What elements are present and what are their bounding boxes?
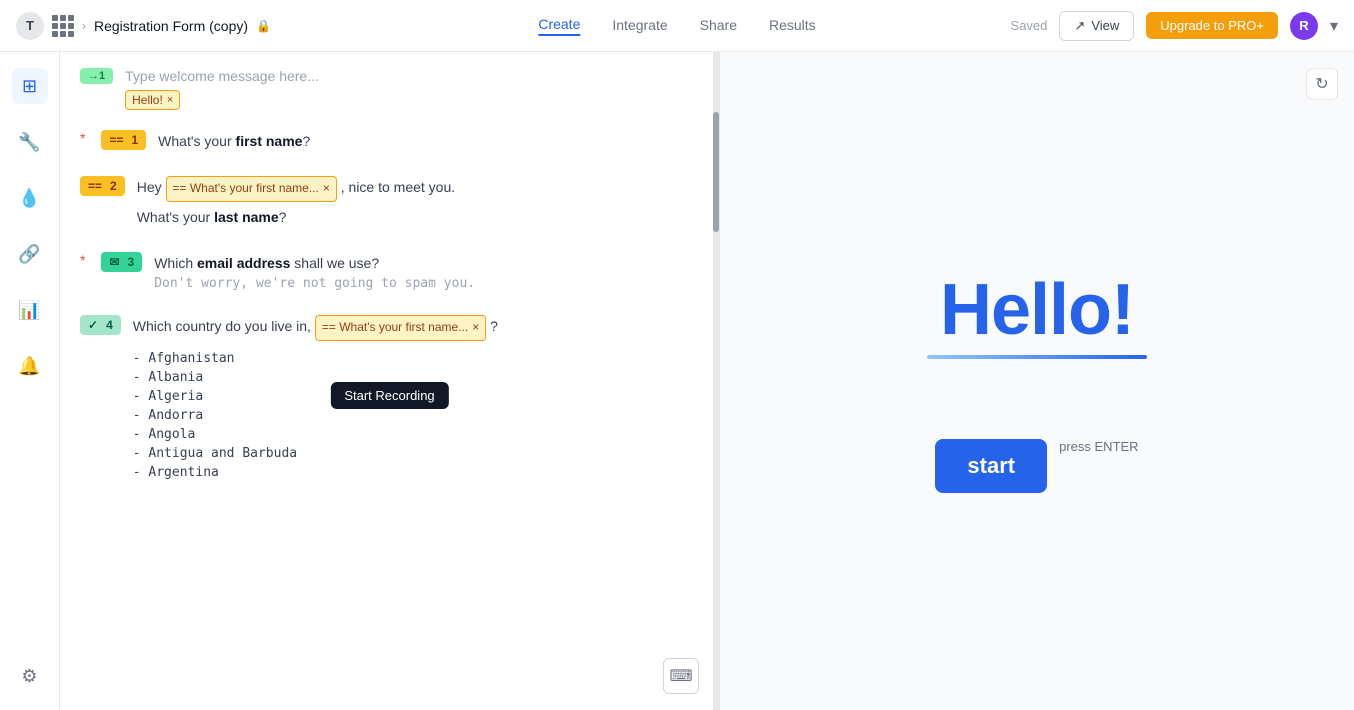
country-item: - Albania [133, 368, 498, 387]
refresh-button[interactable]: ↻ [1306, 68, 1338, 100]
q4-ref-close[interactable]: × [472, 318, 479, 337]
country-list: - Afghanistan - Albania - Algeria - Ando… [133, 349, 498, 482]
keyboard-button[interactable]: ⌨ [663, 658, 699, 694]
scroll-thumb [713, 112, 719, 232]
hello-tag: Hello! × [125, 90, 180, 110]
q2-badge: == 2 [80, 176, 125, 196]
hello-underline [927, 355, 1147, 359]
sidebar-icon-share[interactable]: 🔗 [12, 236, 48, 272]
sidebar-icon-theme[interactable]: 💧 [12, 180, 48, 216]
sidebar-icon-wrench[interactable]: 🔧 [12, 124, 48, 160]
sidebar-icon-notifications[interactable]: 🔔 [12, 348, 48, 384]
tab-create[interactable]: Create [538, 16, 580, 36]
q4-ref-tag: == What's your first name... × [315, 315, 486, 340]
hello-preview-text: Hello! [940, 269, 1134, 351]
start-button[interactable]: start [935, 439, 1047, 493]
saved-status: Saved [1011, 18, 1048, 33]
required-star-3: * [80, 252, 85, 268]
question-block-1: * == 1 What's your first name? [80, 130, 699, 152]
sidebar: ⊞ 🔧 💧 🔗 📊 🔔 ⚙ [0, 52, 60, 710]
q2-text-line1: Hey == What's your first name... × , nic… [137, 176, 455, 201]
q2-ref-tag: == What's your first name... × [166, 176, 337, 201]
question-block-3: * ✉ 3 Which email address shall we use? … [80, 252, 699, 291]
q2-text-line2: What's your last name? [137, 206, 455, 228]
tab-integrate[interactable]: Integrate [612, 17, 667, 35]
welcome-badge: →1 [80, 68, 113, 84]
top-navigation: T › Registration Form (copy) 🔒 Create In… [0, 0, 1354, 52]
upgrade-button[interactable]: Upgrade to PRO+ [1146, 12, 1278, 39]
country-item: - Afghanistan [133, 349, 498, 368]
q2-ref-close[interactable]: × [323, 179, 330, 198]
question-block-2: == 2 Hey == What's your first name... × … [80, 176, 699, 228]
q4-badge: ✓ 4 [80, 315, 121, 335]
required-star-1: * [80, 130, 85, 146]
country-item: - Antigua and Barbuda [133, 444, 498, 463]
scroll-bar[interactable] [713, 52, 719, 710]
view-button[interactable]: ↗ View [1059, 11, 1134, 41]
avatar[interactable]: R [1290, 12, 1318, 40]
welcome-input-area: Type welcome message here... Hello! × [125, 68, 699, 110]
tab-share[interactable]: Share [700, 17, 737, 35]
welcome-block: →1 Type welcome message here... Hello! × [80, 68, 699, 110]
sidebar-icon-settings[interactable]: ⚙ [12, 658, 48, 694]
q1-text: What's your first name? [158, 130, 310, 152]
breadcrumb-chevron: › [82, 19, 86, 33]
country-item: - Andorra [133, 406, 498, 425]
sidebar-icon-logic[interactable]: 📊 [12, 292, 48, 328]
country-item: - Argentina [133, 463, 498, 482]
logo: T [16, 12, 44, 40]
grid-icon[interactable] [52, 15, 74, 37]
q3-subtext: Don't worry, we're not going to spam you… [154, 276, 475, 291]
topnav-right: Saved ↗ View Upgrade to PRO+ R ▾ [1011, 11, 1338, 41]
external-link-icon: ↗ [1074, 18, 1085, 34]
preview-panel: ↻ Hello! start press ENTER [720, 52, 1354, 710]
avatar-chevron[interactable]: ▾ [1330, 16, 1338, 36]
question-block-4: ✓ 4 Which country do you live in, == Wha… [80, 315, 699, 481]
q4-content: Which country do you live in, == What's … [133, 315, 498, 481]
q1-badge: == 1 [101, 130, 146, 150]
tab-results[interactable]: Results [769, 17, 816, 35]
hello-tag-close[interactable]: × [167, 94, 173, 106]
sidebar-icon-layout[interactable]: ⊞ [12, 68, 48, 104]
country-item: - Angola [133, 425, 498, 444]
q3-text: Which email address shall we use? [154, 252, 475, 274]
welcome-placeholder: Type welcome message here... [125, 68, 699, 84]
nav-tabs: Create Integrate Share Results [538, 16, 815, 36]
q3-badge: ✉ 3 [101, 252, 142, 272]
form-title: Registration Form (copy) [94, 18, 248, 34]
main-content: ⊞ 🔧 💧 🔗 📊 🔔 ⚙ →1 Type welcome message he… [0, 52, 1354, 710]
country-item: - Algeria [133, 387, 498, 406]
q3-content: Which email address shall we use? Don't … [154, 252, 475, 291]
press-enter-label: press ENTER [1059, 439, 1138, 454]
q2-content: Hey == What's your first name... × , nic… [137, 176, 455, 228]
q4-text: Which country do you live in, == What's … [133, 315, 498, 340]
form-editor: →1 Type welcome message here... Hello! ×… [60, 52, 720, 710]
lock-icon: 🔒 [256, 19, 271, 33]
